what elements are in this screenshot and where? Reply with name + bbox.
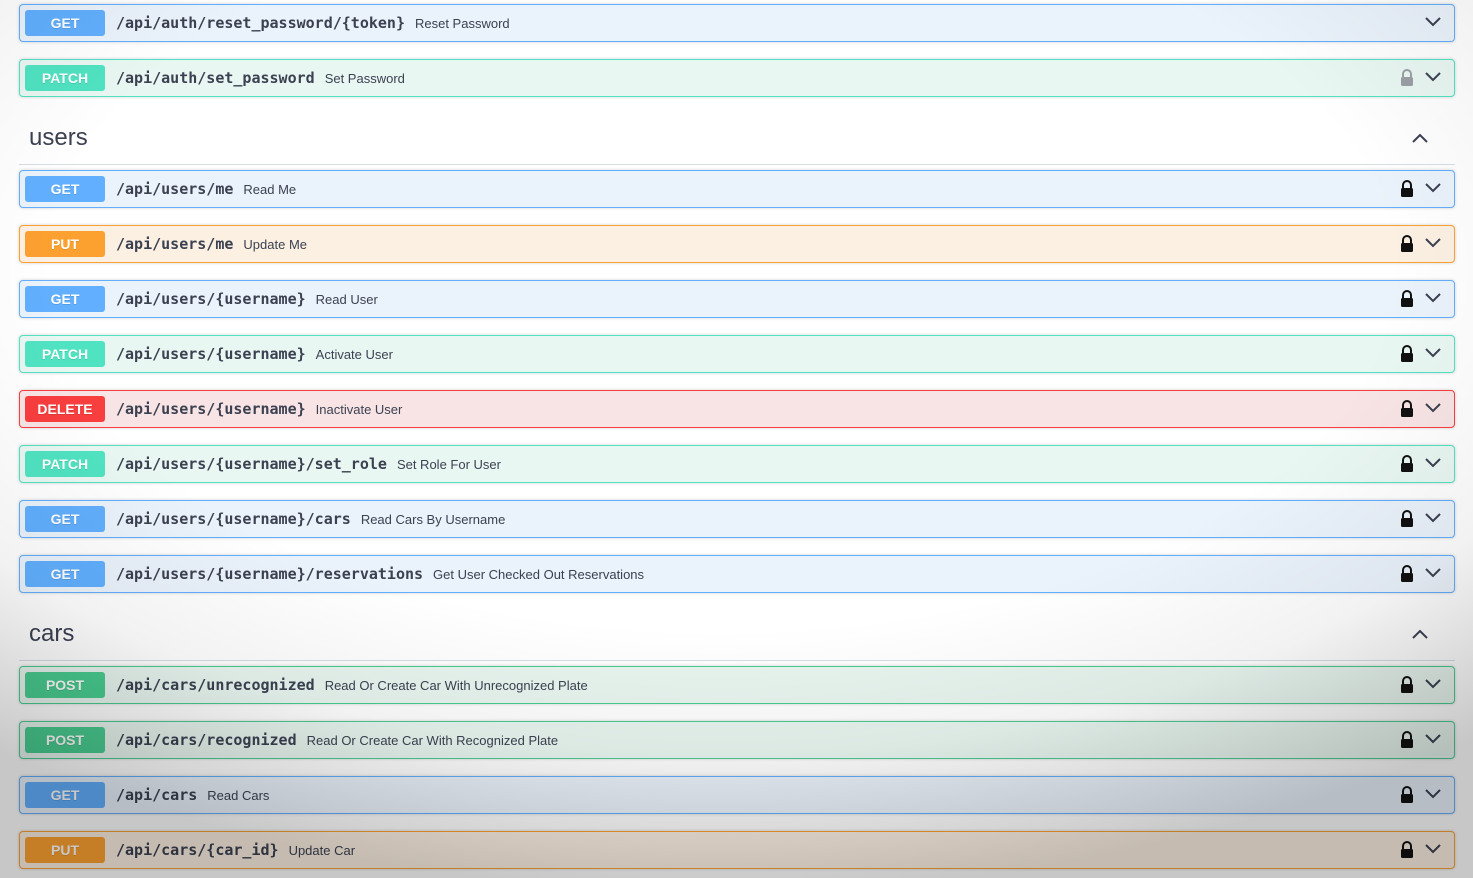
lock-icon[interactable] (1400, 69, 1414, 87)
operation-summary: Read Me (243, 181, 297, 197)
lock-icon[interactable] (1400, 455, 1414, 473)
lock-icon[interactable] (1400, 345, 1414, 363)
operation-row[interactable]: PUT /api/cars/{car_id} Update Car (19, 831, 1455, 869)
chevron-down-icon[interactable] (1424, 237, 1442, 249)
method-badge: PATCH (25, 341, 105, 367)
lock-icon[interactable] (1400, 786, 1414, 804)
operation-row[interactable]: PATCH /api/auth/set_password Set Passwor… (19, 59, 1455, 97)
operation-row[interactable]: GET /api/cars Read Cars (19, 776, 1455, 814)
chevron-down-icon[interactable] (1424, 843, 1442, 855)
method-badge: PATCH (25, 65, 105, 91)
operation-path: /api/cars/{car_id} (116, 841, 279, 859)
operation-path: /api/cars (116, 786, 198, 804)
section-divider (19, 164, 1455, 165)
operation-summary: Read Cars By Username (360, 511, 506, 527)
operation-summary: Reset Password (414, 15, 510, 31)
operation-summary: Get User Checked Out Reservations (433, 566, 645, 582)
method-badge: POST (25, 727, 105, 753)
operation-path: /api/users/me (116, 180, 234, 198)
method-badge: GET (25, 782, 105, 808)
chevron-up-icon[interactable] (1411, 132, 1429, 144)
lock-icon[interactable] (1400, 841, 1414, 859)
operation-row[interactable]: GET /api/auth/reset_password/{token} Res… (19, 4, 1455, 42)
operation-summary: Set Password (324, 70, 405, 86)
method-badge: PUT (25, 231, 105, 257)
lock-icon[interactable] (1400, 235, 1414, 253)
operation-summary: Inactivate User (315, 401, 403, 417)
method-badge: GET (25, 561, 105, 587)
section-title-users[interactable]: users (29, 124, 88, 152)
operation-row[interactable]: PATCH /api/users/{username} Activate Use… (19, 335, 1455, 373)
operation-summary: Read Cars (207, 787, 270, 803)
chevron-down-icon[interactable] (1424, 678, 1442, 690)
operation-row[interactable]: GET /api/users/me Read Me (19, 170, 1455, 208)
operation-path: /api/users/{username}/reservations (116, 565, 424, 583)
chevron-down-icon[interactable] (1424, 182, 1442, 194)
operation-row[interactable]: POST /api/cars/recognized Read Or Create… (19, 721, 1455, 759)
lock-icon[interactable] (1400, 676, 1414, 694)
operation-summary: Set Role For User (396, 456, 501, 472)
operation-row[interactable]: GET /api/users/{username}/cars Read Cars… (19, 500, 1455, 538)
operation-summary: Update Me (243, 236, 307, 252)
chevron-down-icon[interactable] (1424, 16, 1442, 28)
chevron-down-icon[interactable] (1424, 457, 1442, 469)
lock-icon[interactable] (1400, 400, 1414, 418)
operation-row[interactable]: POST /api/cars/unrecognized Read Or Crea… (19, 666, 1455, 704)
operation-path: /api/users/{username}/cars (116, 510, 351, 528)
operation-summary: Read User (315, 291, 378, 307)
section-divider (19, 660, 1455, 661)
section-title-cars[interactable]: cars (29, 620, 74, 648)
operation-summary: Activate User (315, 346, 393, 362)
operation-row[interactable]: DELETE /api/users/{username} Inactivate … (19, 390, 1455, 428)
operation-path: /api/users/{username} (116, 400, 306, 418)
operation-path: /api/cars/recognized (116, 731, 297, 749)
operation-summary: Read Or Create Car With Unrecognized Pla… (324, 677, 588, 693)
lock-icon[interactable] (1400, 510, 1414, 528)
lock-icon[interactable] (1400, 180, 1414, 198)
operation-summary: Read Or Create Car With Recognized Plate (306, 732, 559, 748)
chevron-down-icon[interactable] (1424, 402, 1442, 414)
chevron-down-icon[interactable] (1424, 71, 1442, 83)
method-badge: GET (25, 176, 105, 202)
operation-summary: Update Car (288, 842, 356, 858)
method-badge: DELETE (25, 396, 105, 422)
operation-path: /api/cars/unrecognized (116, 676, 315, 694)
operation-path: /api/auth/reset_password/{token} (116, 14, 405, 32)
operation-path: /api/auth/set_password (116, 69, 315, 87)
operation-row[interactable]: GET /api/users/{username} Read User (19, 280, 1455, 318)
method-badge: GET (25, 506, 105, 532)
chevron-up-icon[interactable] (1411, 628, 1429, 640)
operation-path: /api/users/{username} (116, 290, 306, 308)
operation-row[interactable]: PATCH /api/users/{username}/set_role Set… (19, 445, 1455, 483)
method-badge: GET (25, 286, 105, 312)
lock-icon[interactable] (1400, 290, 1414, 308)
chevron-down-icon[interactable] (1424, 292, 1442, 304)
operation-row[interactable]: GET /api/users/{username}/reservations G… (19, 555, 1455, 593)
chevron-down-icon[interactable] (1424, 347, 1442, 359)
method-badge: PUT (25, 837, 105, 863)
operation-path: /api/users/{username}/set_role (116, 455, 387, 473)
lock-icon[interactable] (1400, 731, 1414, 749)
operation-path: /api/users/me (116, 235, 234, 253)
method-badge: POST (25, 672, 105, 698)
chevron-down-icon[interactable] (1424, 512, 1442, 524)
lock-icon[interactable] (1400, 565, 1414, 583)
method-badge: GET (25, 10, 105, 36)
chevron-down-icon[interactable] (1424, 567, 1442, 579)
operation-path: /api/users/{username} (116, 345, 306, 363)
chevron-down-icon[interactable] (1424, 733, 1442, 745)
chevron-down-icon[interactable] (1424, 788, 1442, 800)
method-badge: PATCH (25, 451, 105, 477)
operation-row[interactable]: PUT /api/users/me Update Me (19, 225, 1455, 263)
